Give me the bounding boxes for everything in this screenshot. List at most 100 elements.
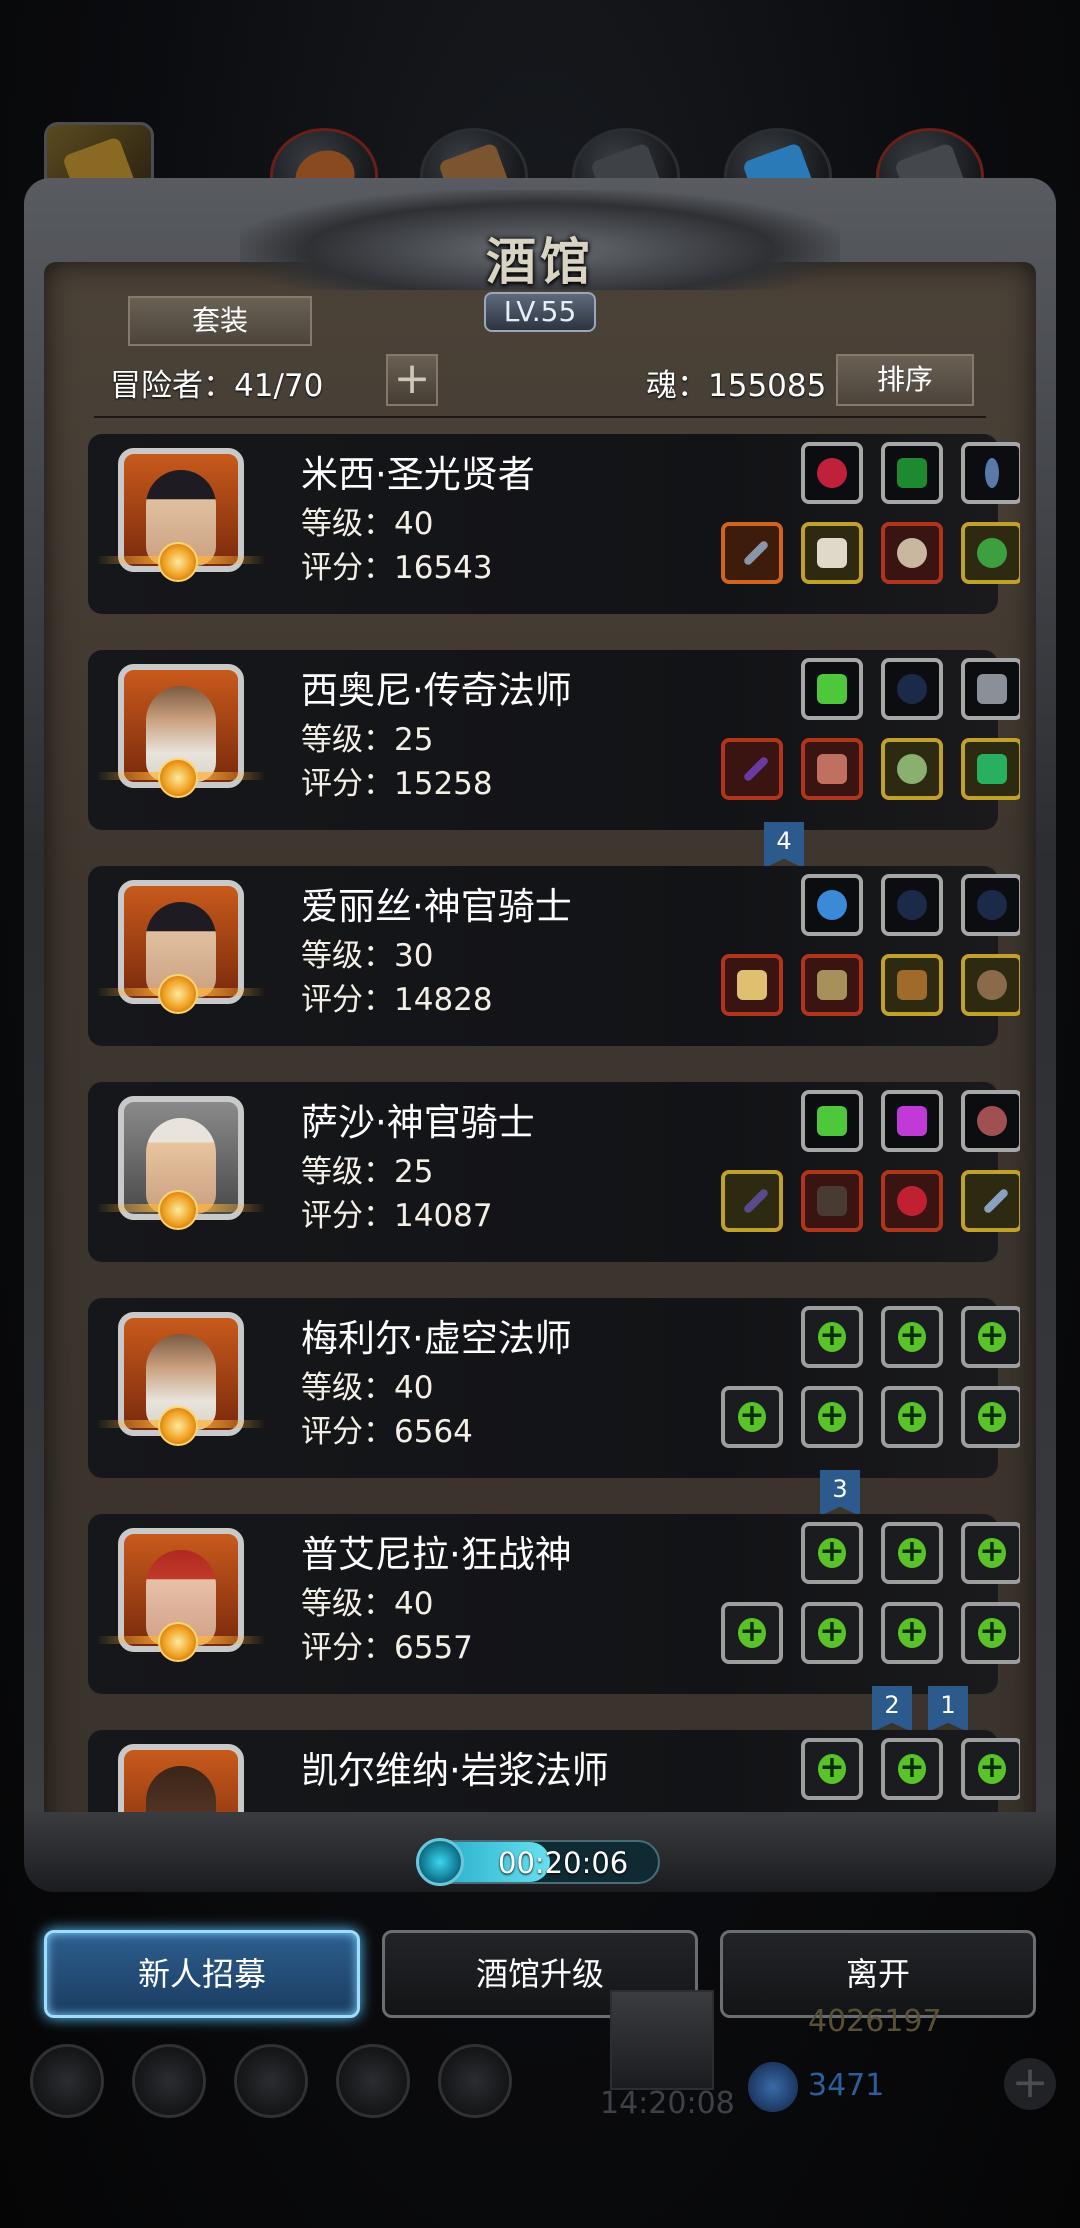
equip-slot-necklace[interactable] bbox=[961, 442, 1020, 504]
staff-icon bbox=[742, 539, 770, 567]
empty-equip-slot[interactable]: + bbox=[961, 1738, 1020, 1800]
equip-slot-green-crystal[interactable] bbox=[801, 1090, 863, 1152]
heart-amulet-icon bbox=[817, 458, 847, 488]
equip-slot-shield[interactable] bbox=[881, 954, 943, 1016]
add-equipment-icon: + bbox=[818, 1318, 846, 1353]
chest-icon[interactable] bbox=[610, 1990, 714, 2090]
team-badge: 3 bbox=[820, 1470, 860, 1516]
empty-equip-slot[interactable]: + bbox=[881, 1386, 943, 1448]
set-button[interactable]: 套装 bbox=[128, 296, 312, 346]
add-equipment-icon: + bbox=[898, 1318, 926, 1353]
add-equipment-icon: + bbox=[818, 1534, 846, 1569]
equip-slot-bow[interactable] bbox=[961, 874, 1020, 936]
bow-icon bbox=[897, 674, 927, 704]
add-equipment-icon: + bbox=[978, 1534, 1006, 1569]
add-equipment-icon: + bbox=[978, 1750, 1006, 1785]
guild-icon[interactable] bbox=[234, 2044, 308, 2118]
rank-sun-icon bbox=[158, 1406, 198, 1446]
equip-slot-staff[interactable] bbox=[721, 738, 783, 800]
grey-book-icon bbox=[977, 674, 1007, 704]
equip-slot-cloak[interactable] bbox=[801, 1170, 863, 1232]
achievement-icon[interactable] bbox=[132, 2044, 206, 2118]
rank-sun-icon bbox=[158, 974, 198, 1014]
soul-count: 魂：155085 bbox=[646, 368, 827, 404]
add-equipment-icon: + bbox=[738, 1614, 766, 1649]
equip-slot-spellbook[interactable] bbox=[881, 442, 943, 504]
hero-card[interactable]: 爱丽丝·神官骑士 等级：30 评分：14828 bbox=[88, 866, 1020, 1046]
hero-score: 评分：16543 bbox=[301, 550, 493, 586]
equip-slot-armor[interactable] bbox=[801, 954, 863, 1016]
equip-slot-helmet[interactable] bbox=[961, 954, 1020, 1016]
mail-icon[interactable] bbox=[336, 2044, 410, 2118]
purple-staff-icon bbox=[742, 755, 770, 783]
green-gem-icon bbox=[977, 754, 1007, 784]
necklace-icon bbox=[985, 458, 999, 488]
equip-slot-ring[interactable] bbox=[881, 738, 943, 800]
equip-slot-ring[interactable] bbox=[961, 522, 1020, 584]
recruit-button[interactable]: 新人招募 bbox=[44, 1930, 360, 2018]
equip-slot-purple-gem[interactable] bbox=[881, 1090, 943, 1152]
timer-text: 00:20:06 bbox=[498, 1846, 629, 1880]
empty-equip-slot[interactable]: + bbox=[801, 1386, 863, 1448]
empty-equip-slot[interactable]: + bbox=[881, 1738, 943, 1800]
empty-equip-slot[interactable]: + bbox=[881, 1306, 943, 1368]
hero-card[interactable]: 梅利尔·虚空法师 等级：40 评分：6564 + + + + + + + bbox=[88, 1298, 1020, 1478]
equip-slot-armor[interactable] bbox=[801, 738, 863, 800]
hero-name: 萨沙·神官骑士 bbox=[301, 1101, 535, 1144]
hero-name: 爱丽丝·神官骑士 bbox=[301, 885, 572, 928]
empty-equip-slot[interactable]: + bbox=[721, 1602, 783, 1664]
empty-equip-slot[interactable]: + bbox=[801, 1522, 863, 1584]
hero-card[interactable]: 凯尔维纳·岩浆法师 + + + bbox=[88, 1730, 1020, 1816]
sort-button[interactable]: 排序 bbox=[836, 354, 974, 406]
empty-equip-slot[interactable]: + bbox=[881, 1602, 943, 1664]
equip-slot-book[interactable] bbox=[961, 658, 1020, 720]
equip-slot-potion[interactable] bbox=[881, 1170, 943, 1232]
gold-count: 4026197 bbox=[808, 2004, 942, 2039]
equip-slot-bow[interactable] bbox=[881, 874, 943, 936]
hero-level: 等级：40 bbox=[301, 1586, 434, 1622]
add-equipment-icon: + bbox=[818, 1614, 846, 1649]
bow-icon bbox=[977, 890, 1007, 920]
add-slot-button[interactable]: + bbox=[386, 354, 438, 406]
empty-equip-slot[interactable]: + bbox=[721, 1386, 783, 1448]
hero-score: 评分：6564 bbox=[301, 1414, 473, 1450]
settings-icon[interactable] bbox=[30, 2044, 104, 2118]
empty-equip-slot[interactable]: + bbox=[961, 1602, 1020, 1664]
empty-equip-slot[interactable]: + bbox=[961, 1306, 1020, 1368]
empty-equip-slot[interactable]: + bbox=[801, 1602, 863, 1664]
hero-card[interactable]: 西奥尼·传奇法师 等级：25 评分：15258 bbox=[88, 650, 1020, 830]
empty-equip-slot[interactable]: + bbox=[801, 1738, 863, 1800]
add-equipment-icon: + bbox=[898, 1614, 926, 1649]
hero-card[interactable]: 米西·圣光贤者 等级：40 评分：16543 bbox=[88, 434, 1020, 614]
map-icon[interactable] bbox=[438, 2044, 512, 2118]
hero-card[interactable]: 普艾尼拉·狂战神 等级：40 评分：6557 + + + + + + + bbox=[88, 1514, 1020, 1694]
equip-slot-gem[interactable] bbox=[961, 738, 1020, 800]
hero-level: 等级：30 bbox=[301, 938, 434, 974]
potion-icon bbox=[897, 1186, 927, 1216]
equip-slot-heart-amulet[interactable] bbox=[801, 442, 863, 504]
green-crystal-icon bbox=[817, 1106, 847, 1136]
hero-level: 等级：40 bbox=[301, 506, 434, 542]
robe-icon bbox=[817, 538, 847, 568]
hero-list[interactable]: 米西·圣光贤者 等级：40 评分：16543 西奥尼·传奇法师 等级：25 评分… bbox=[60, 424, 1020, 1816]
equip-slot-bow[interactable] bbox=[881, 658, 943, 720]
equip-slot-wand[interactable] bbox=[961, 1170, 1020, 1232]
empty-equip-slot[interactable]: + bbox=[801, 1306, 863, 1368]
add-currency-button[interactable]: + bbox=[1004, 2058, 1056, 2110]
empty-equip-slot[interactable]: + bbox=[961, 1386, 1020, 1448]
hero-score: 评分：6557 bbox=[301, 1630, 473, 1666]
equip-slot-orb[interactable] bbox=[801, 874, 863, 936]
equip-slot-hammer[interactable] bbox=[721, 954, 783, 1016]
empty-equip-slot[interactable]: + bbox=[881, 1522, 943, 1584]
equip-slot-green-crystal[interactable] bbox=[801, 658, 863, 720]
equip-slot-scroll[interactable] bbox=[961, 1090, 1020, 1152]
equip-slot-staff[interactable] bbox=[721, 522, 783, 584]
equip-slot-staff[interactable] bbox=[721, 1170, 783, 1232]
equip-slot-medal[interactable] bbox=[881, 522, 943, 584]
empty-equip-slot[interactable]: + bbox=[961, 1522, 1020, 1584]
hero-card[interactable]: 萨沙·神官骑士 等级：25 评分：14087 bbox=[88, 1082, 1020, 1262]
add-equipment-icon: + bbox=[898, 1750, 926, 1785]
dark-staff-icon bbox=[742, 1187, 770, 1215]
equip-slot-robe[interactable] bbox=[801, 522, 863, 584]
add-equipment-icon: + bbox=[738, 1398, 766, 1433]
